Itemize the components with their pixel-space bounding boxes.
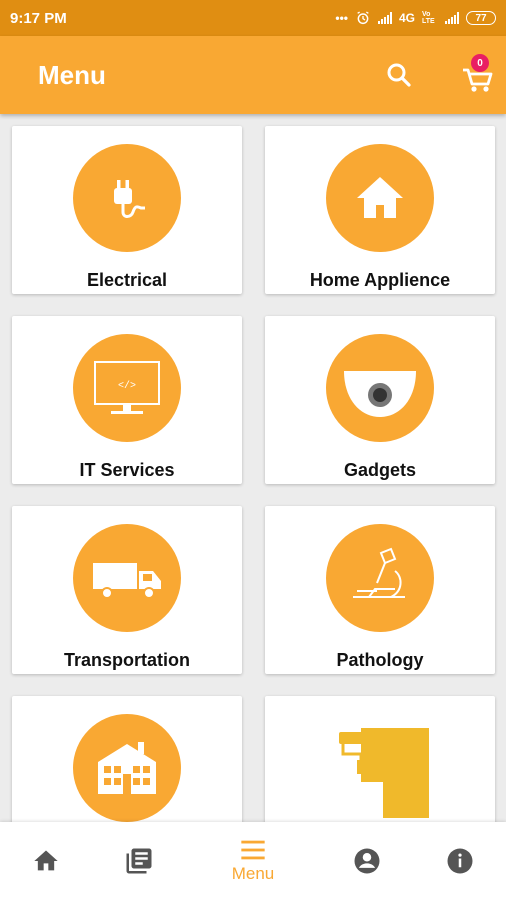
info-icon	[447, 848, 473, 874]
network-type: 4G	[398, 11, 415, 25]
category-icon-circle	[326, 334, 434, 442]
house-icon	[357, 177, 403, 218]
category-icon-circle	[73, 714, 181, 822]
category-icon-circle	[326, 524, 434, 632]
page-title: Menu	[38, 60, 106, 90]
category-card-gadgets[interactable]: Gadgets	[265, 316, 495, 484]
category-grid: Electrical Home Applience </> IT Service…	[0, 114, 506, 822]
search-button[interactable]	[384, 60, 414, 90]
alarm-icon	[357, 11, 369, 25]
search-icon	[387, 63, 411, 87]
list-icon	[126, 848, 152, 874]
volte-badge: Vo LTE	[422, 11, 435, 25]
category-icon-circle: </>	[73, 334, 181, 442]
category-card-transportation[interactable]: Transportation	[12, 506, 242, 674]
microscope-icon	[353, 547, 405, 598]
category-card-painting[interactable]	[265, 696, 495, 822]
nav-list[interactable]	[99, 822, 179, 900]
category-card-building[interactable]	[12, 696, 242, 822]
cart-badge: 0	[471, 54, 489, 72]
category-card-home-applience[interactable]: Home Applience	[265, 126, 495, 294]
building-icon	[98, 742, 156, 794]
status-icons: ••• 4G Vo LTE 77	[335, 10, 496, 26]
nav-home[interactable]	[6, 822, 86, 900]
svg-text:</>: </>	[118, 380, 136, 392]
category-icon-circle	[73, 144, 181, 252]
battery-level: 77	[475, 12, 487, 24]
cart-button[interactable]: 0	[458, 54, 498, 94]
truck-icon	[93, 563, 161, 599]
category-label: Transportation	[63, 650, 190, 670]
nav-menu-label: Menu	[231, 864, 275, 883]
account-icon	[354, 848, 380, 874]
signal-icon	[377, 12, 392, 24]
more-dots-icon: •••	[335, 11, 348, 25]
category-icon-circle	[73, 524, 181, 632]
nav-account[interactable]	[327, 822, 407, 900]
category-label: Gadgets	[343, 460, 417, 480]
plug-icon	[114, 180, 145, 218]
nav-menu[interactable]: Menu	[213, 822, 293, 900]
status-time: 9:17 PM	[10, 9, 67, 27]
bottom-navigation: Menu	[0, 822, 506, 900]
battery-icon: 77	[466, 11, 496, 25]
signal-icon-2	[445, 12, 459, 24]
category-card-it-services[interactable]: </> IT Services	[12, 316, 242, 484]
category-icon-circle	[326, 144, 434, 252]
home-icon	[34, 850, 58, 871]
menu-icon	[241, 840, 265, 860]
category-card-electrical[interactable]: Electrical	[12, 126, 242, 294]
category-card-pathology[interactable]: Pathology	[265, 506, 495, 674]
monitor-code-icon: </>	[94, 361, 160, 414]
app-bar: Menu 0	[0, 36, 506, 114]
paint-roller-icon	[339, 728, 429, 818]
category-label: Pathology	[336, 650, 424, 670]
status-bar: 9:17 PM ••• 4G Vo LTE 77	[0, 0, 506, 36]
category-label: Electrical	[86, 270, 168, 290]
security-camera-icon	[344, 371, 416, 417]
category-label: Home Applience	[309, 270, 451, 290]
nav-info[interactable]	[420, 822, 500, 900]
category-label: IT Services	[79, 460, 175, 480]
